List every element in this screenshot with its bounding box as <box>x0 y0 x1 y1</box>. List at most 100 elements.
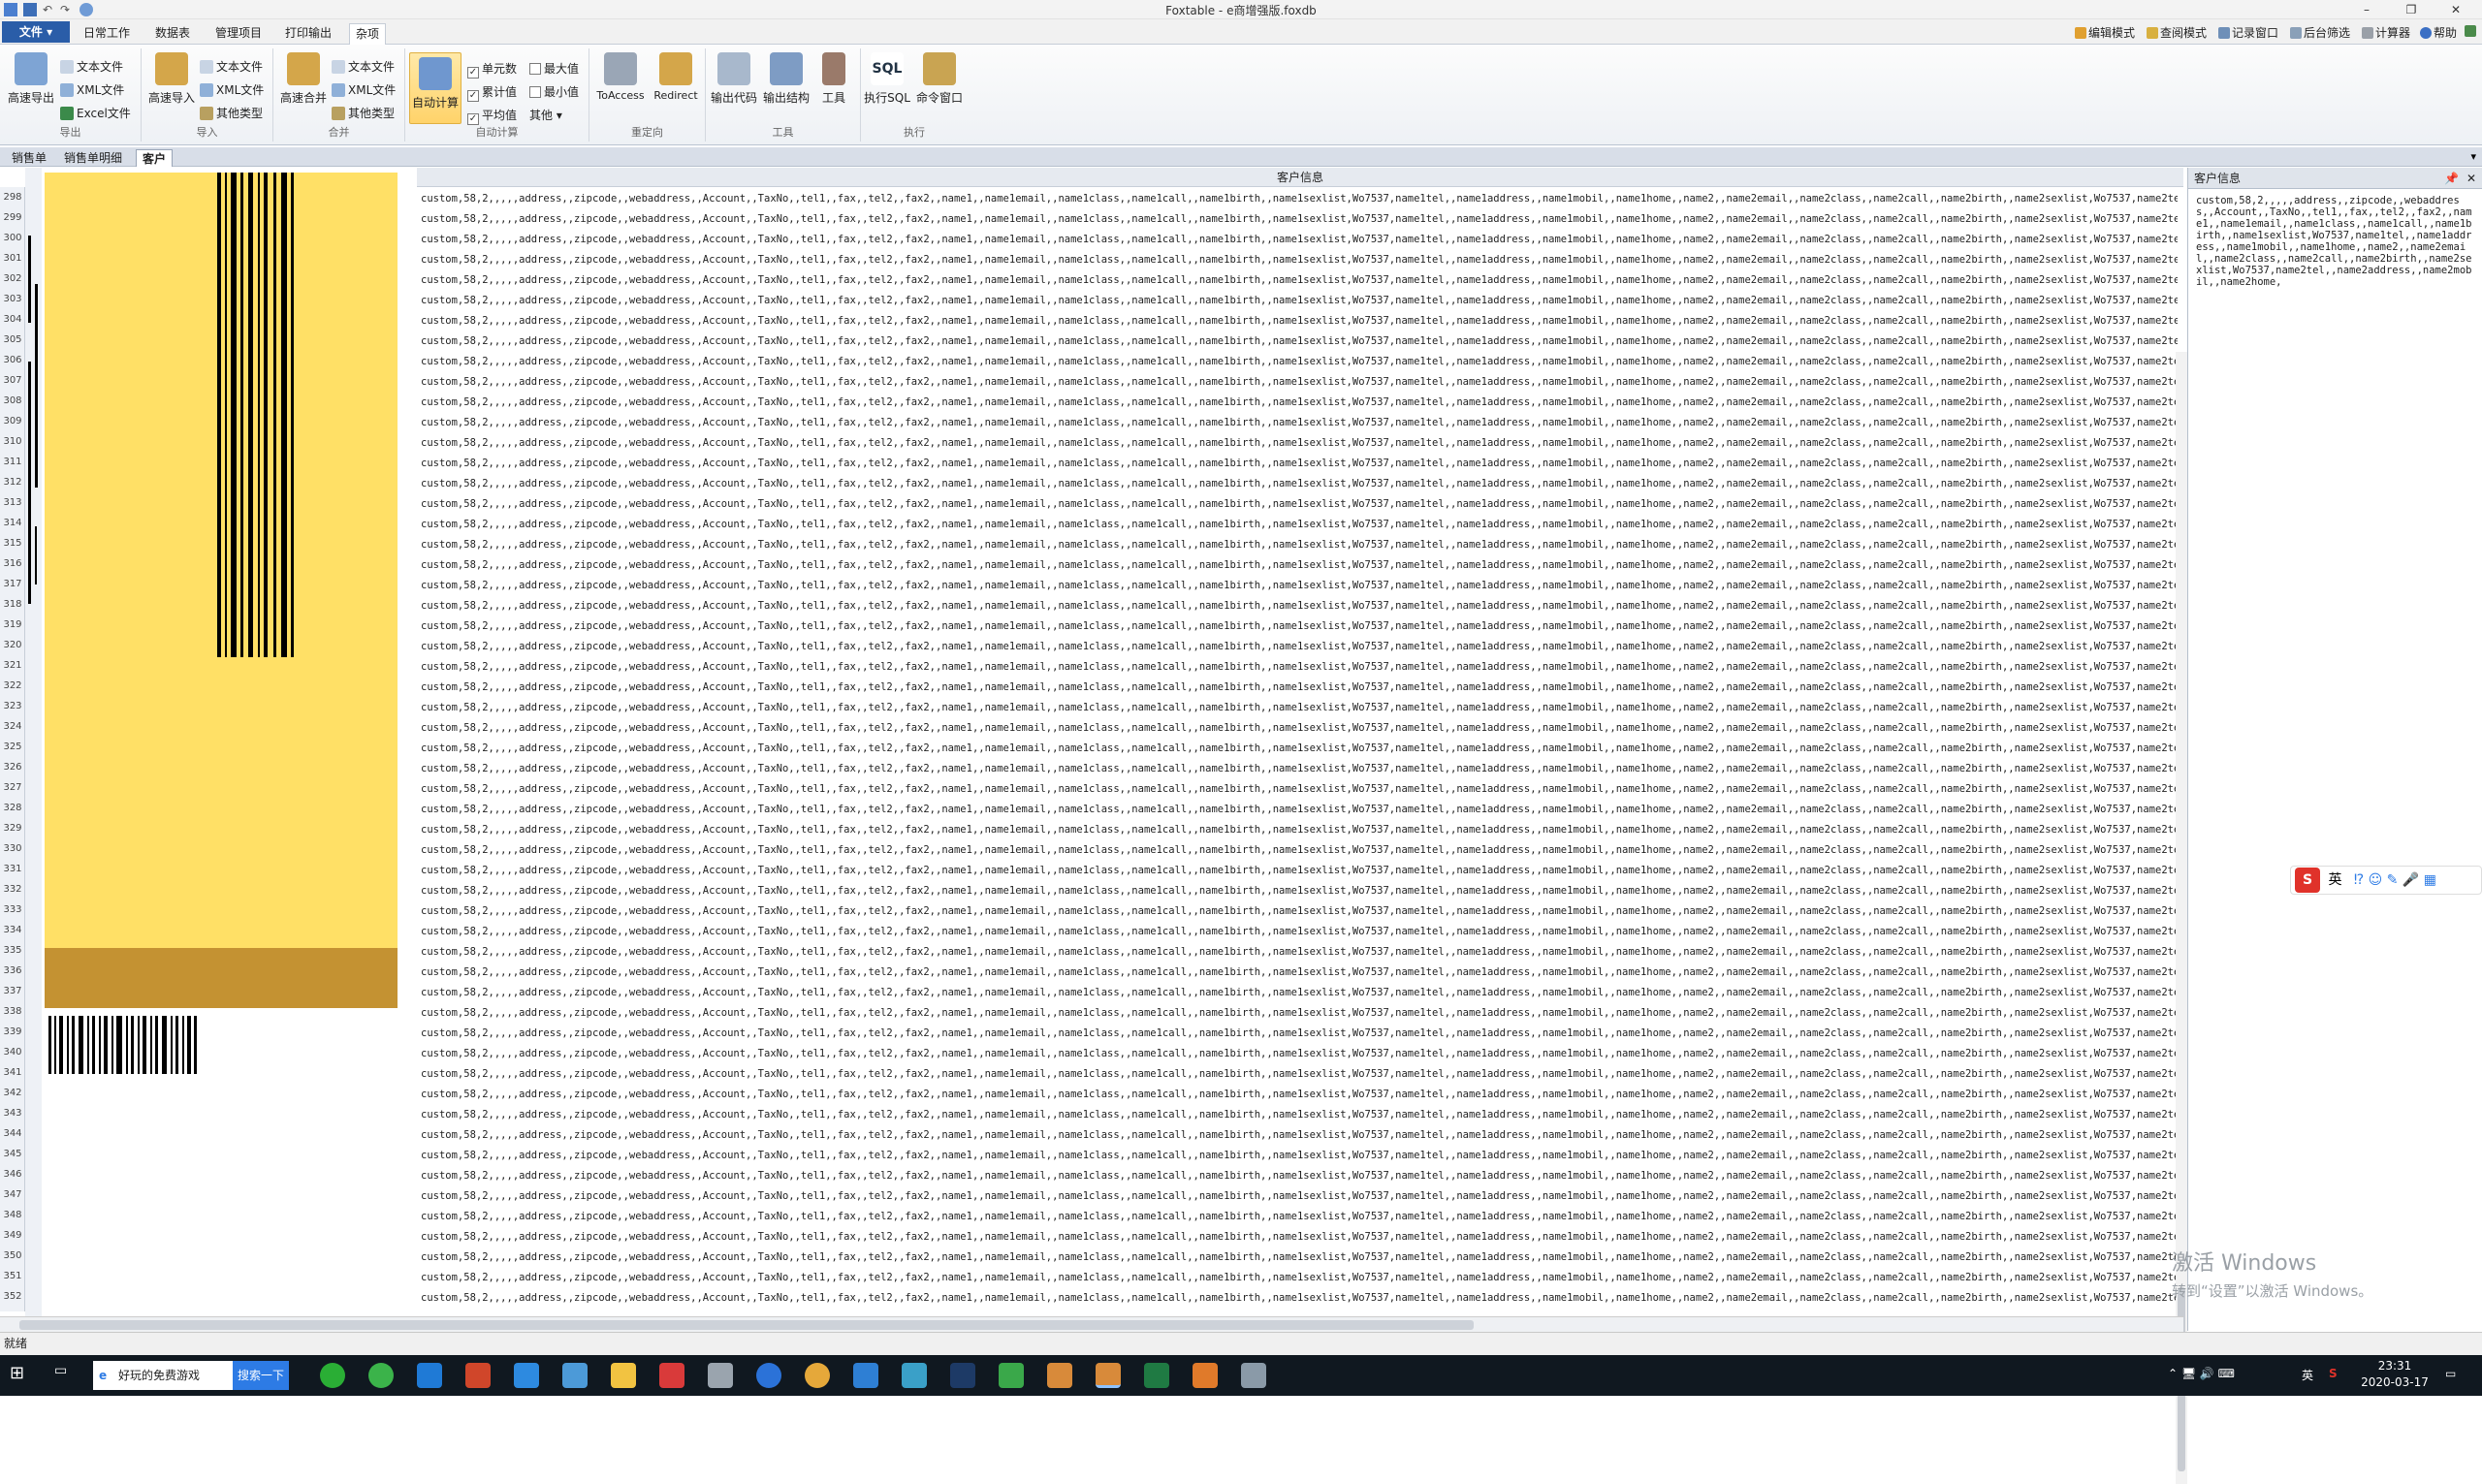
help-link[interactable]: 帮助 <box>2420 24 2457 41</box>
execute-sql-button[interactable]: SQL 执行SQL <box>863 52 911 112</box>
table-row[interactable]: custom,58,2,,,,,address,,zipcode,,webadd… <box>421 413 2178 433</box>
clock[interactable]: 23:31 2020-03-17 <box>2354 1358 2435 1391</box>
row-number[interactable]: 318 <box>0 594 25 615</box>
table-row[interactable]: custom,58,2,,,,,address,,zipcode,,webadd… <box>421 1105 2178 1125</box>
doc-tab-sales-order[interactable]: 销售单 <box>6 149 52 167</box>
row-number[interactable]: 311 <box>0 452 25 472</box>
row-number[interactable]: 312 <box>0 472 25 492</box>
windows-start-icon[interactable]: ⊞ <box>10 1363 35 1388</box>
table-row[interactable]: custom,58,2,,,,,address,,zipcode,,webadd… <box>421 1146 2178 1166</box>
row-number[interactable]: 334 <box>0 920 25 940</box>
row-number[interactable]: 299 <box>0 207 25 228</box>
row-number[interactable]: 332 <box>0 879 25 900</box>
tools-dropdown-button[interactable]: 工具 <box>814 52 853 112</box>
table-row[interactable]: custom,58,2,,,,,address,,zipcode,,webadd… <box>421 718 2178 739</box>
table-row[interactable]: custom,58,2,,,,,address,,zipcode,,webadd… <box>421 372 2178 393</box>
ime-toolbar[interactable]: S 英 ⁉ ☺ ✎ 🎤 ▦ <box>2290 866 2482 895</box>
scroll-thumb[interactable] <box>19 1320 1474 1330</box>
table-row[interactable]: custom,58,2,,,,,address,,zipcode,,webadd… <box>421 596 2178 616</box>
table-row[interactable]: custom,58,2,,,,,address,,zipcode,,webadd… <box>421 901 2178 922</box>
notification-icon[interactable]: ▭ <box>2445 1367 2456 1380</box>
row-number[interactable]: 304 <box>0 309 25 330</box>
row-number[interactable]: 331 <box>0 859 25 879</box>
table-row[interactable]: custom,58,2,,,,,address,,zipcode,,webadd… <box>421 1044 2178 1064</box>
restore-button[interactable]: ❐ <box>2389 0 2434 19</box>
other-calc-dropdown[interactable]: 其他 ▾ <box>529 107 562 124</box>
panel-close-icon[interactable]: ✕ <box>2466 168 2476 189</box>
table-row[interactable]: custom,58,2,,,,,address,,zipcode,,webadd… <box>421 230 2178 250</box>
row-number[interactable]: 346 <box>0 1164 25 1184</box>
chrome-icon[interactable] <box>805 1363 830 1388</box>
auto-calc-button[interactable]: 自动计算 <box>409 52 461 124</box>
row-number[interactable]: 330 <box>0 838 25 859</box>
row-number[interactable]: 320 <box>0 635 25 655</box>
row-number[interactable]: 303 <box>0 289 25 309</box>
tab-daily-work[interactable]: 日常工作 <box>78 23 136 45</box>
row-number[interactable]: 310 <box>0 431 25 452</box>
row-number[interactable]: 348 <box>0 1205 25 1225</box>
table-row[interactable]: custom,58,2,,,,,address,,zipcode,,webadd… <box>421 942 2178 963</box>
export-text-file-button[interactable]: 文本文件 <box>60 58 123 76</box>
mail-icon[interactable] <box>853 1363 878 1388</box>
row-number[interactable]: 324 <box>0 716 25 737</box>
table-row[interactable]: custom,58,2,,,,,address,,zipcode,,webadd… <box>421 759 2178 779</box>
foxtable-active-icon[interactable] <box>1096 1363 1121 1388</box>
app-b-icon[interactable] <box>756 1363 781 1388</box>
row-number[interactable]: 342 <box>0 1083 25 1103</box>
table-row[interactable]: custom,58,2,,,,,address,,zipcode,,webadd… <box>421 1024 2178 1044</box>
table-row[interactable]: custom,58,2,,,,,address,,zipcode,,webadd… <box>421 311 2178 332</box>
table-row[interactable]: custom,58,2,,,,,address,,zipcode,,webadd… <box>421 250 2178 270</box>
table-row[interactable]: custom,58,2,,,,,address,,zipcode,,webadd… <box>421 820 2178 840</box>
row-number[interactable]: 308 <box>0 391 25 411</box>
table-row[interactable]: custom,58,2,,,,,address,,zipcode,,webadd… <box>421 352 2178 372</box>
row-number[interactable]: 319 <box>0 615 25 635</box>
table-row[interactable]: custom,58,2,,,,,address,,zipcode,,webadd… <box>421 739 2178 759</box>
export-excel-file-button[interactable]: Excel文件 <box>60 105 131 122</box>
merge-text-file-button[interactable]: 文本文件 <box>332 58 395 76</box>
table-row[interactable]: custom,58,2,,,,,address,,zipcode,,webadd… <box>421 1125 2178 1146</box>
tab-misc[interactable]: 杂项 <box>349 23 387 45</box>
check-cell-count[interactable]: ✓ 单元数 <box>467 60 517 79</box>
row-number[interactable]: 349 <box>0 1225 25 1246</box>
to-access-button[interactable]: ToAccess <box>593 52 648 112</box>
table-row[interactable]: custom,58,2,,,,,address,,zipcode,,webadd… <box>421 494 2178 515</box>
row-number[interactable]: 314 <box>0 513 25 533</box>
row-number[interactable]: 300 <box>0 228 25 248</box>
row-number[interactable]: 325 <box>0 737 25 757</box>
media-player-icon[interactable] <box>999 1363 1024 1388</box>
table-row[interactable]: custom,58,2,,,,,address,,zipcode,,webadd… <box>421 840 2178 861</box>
row-number[interactable]: 347 <box>0 1184 25 1205</box>
table-row[interactable]: custom,58,2,,,,,address,,zipcode,,webadd… <box>421 800 2178 820</box>
table-row[interactable]: custom,58,2,,,,,address,,zipcode,,webadd… <box>421 881 2178 901</box>
check-min[interactable]: 最小值 <box>529 83 579 101</box>
table-row[interactable]: custom,58,2,,,,,address,,zipcode,,webadd… <box>421 535 2178 555</box>
table-row[interactable]: custom,58,2,,,,,address,,zipcode,,webadd… <box>421 332 2178 352</box>
merge-xml-file-button[interactable]: XML文件 <box>332 81 396 99</box>
row-number[interactable]: 306 <box>0 350 25 370</box>
row-number[interactable]: 338 <box>0 1001 25 1022</box>
app-orange-icon[interactable] <box>1193 1363 1218 1388</box>
app-cyan-icon[interactable] <box>902 1363 927 1388</box>
record-window-link[interactable]: 记录窗口 <box>2218 24 2278 41</box>
row-number[interactable]: 351 <box>0 1266 25 1286</box>
export-xml-file-button[interactable]: XML文件 <box>60 81 124 99</box>
row-number[interactable]: 309 <box>0 411 25 431</box>
check-average[interactable]: ✓ 平均值 <box>467 107 517 125</box>
merge-other-type-button[interactable]: 其他类型 <box>332 105 395 122</box>
output-structure-button[interactable]: 输出结构 <box>760 52 812 112</box>
calculator-link[interactable]: 计算器 <box>2362 24 2410 41</box>
import-text-file-button[interactable]: 文本文件 <box>200 58 263 76</box>
horizontal-scrollbar[interactable] <box>0 1316 2183 1332</box>
row-number[interactable]: 336 <box>0 961 25 981</box>
table-row[interactable]: custom,58,2,,,,,address,,zipcode,,webadd… <box>421 1227 2178 1247</box>
search-button[interactable]: 搜索一下 <box>233 1361 289 1390</box>
row-number[interactable]: 316 <box>0 553 25 574</box>
wechat-icon[interactable] <box>320 1363 345 1388</box>
panel-content[interactable]: custom,58,2,,,,,address,,zipcode,,webadd… <box>2188 189 2482 294</box>
row-number[interactable]: 322 <box>0 676 25 696</box>
row-number[interactable]: 329 <box>0 818 25 838</box>
table-row[interactable]: custom,58,2,,,,,address,,zipcode,,webadd… <box>421 433 2178 454</box>
table-row[interactable]: custom,58,2,,,,,address,,zipcode,,webadd… <box>421 270 2178 291</box>
row-number[interactable]: 305 <box>0 330 25 350</box>
row-number[interactable]: 323 <box>0 696 25 716</box>
